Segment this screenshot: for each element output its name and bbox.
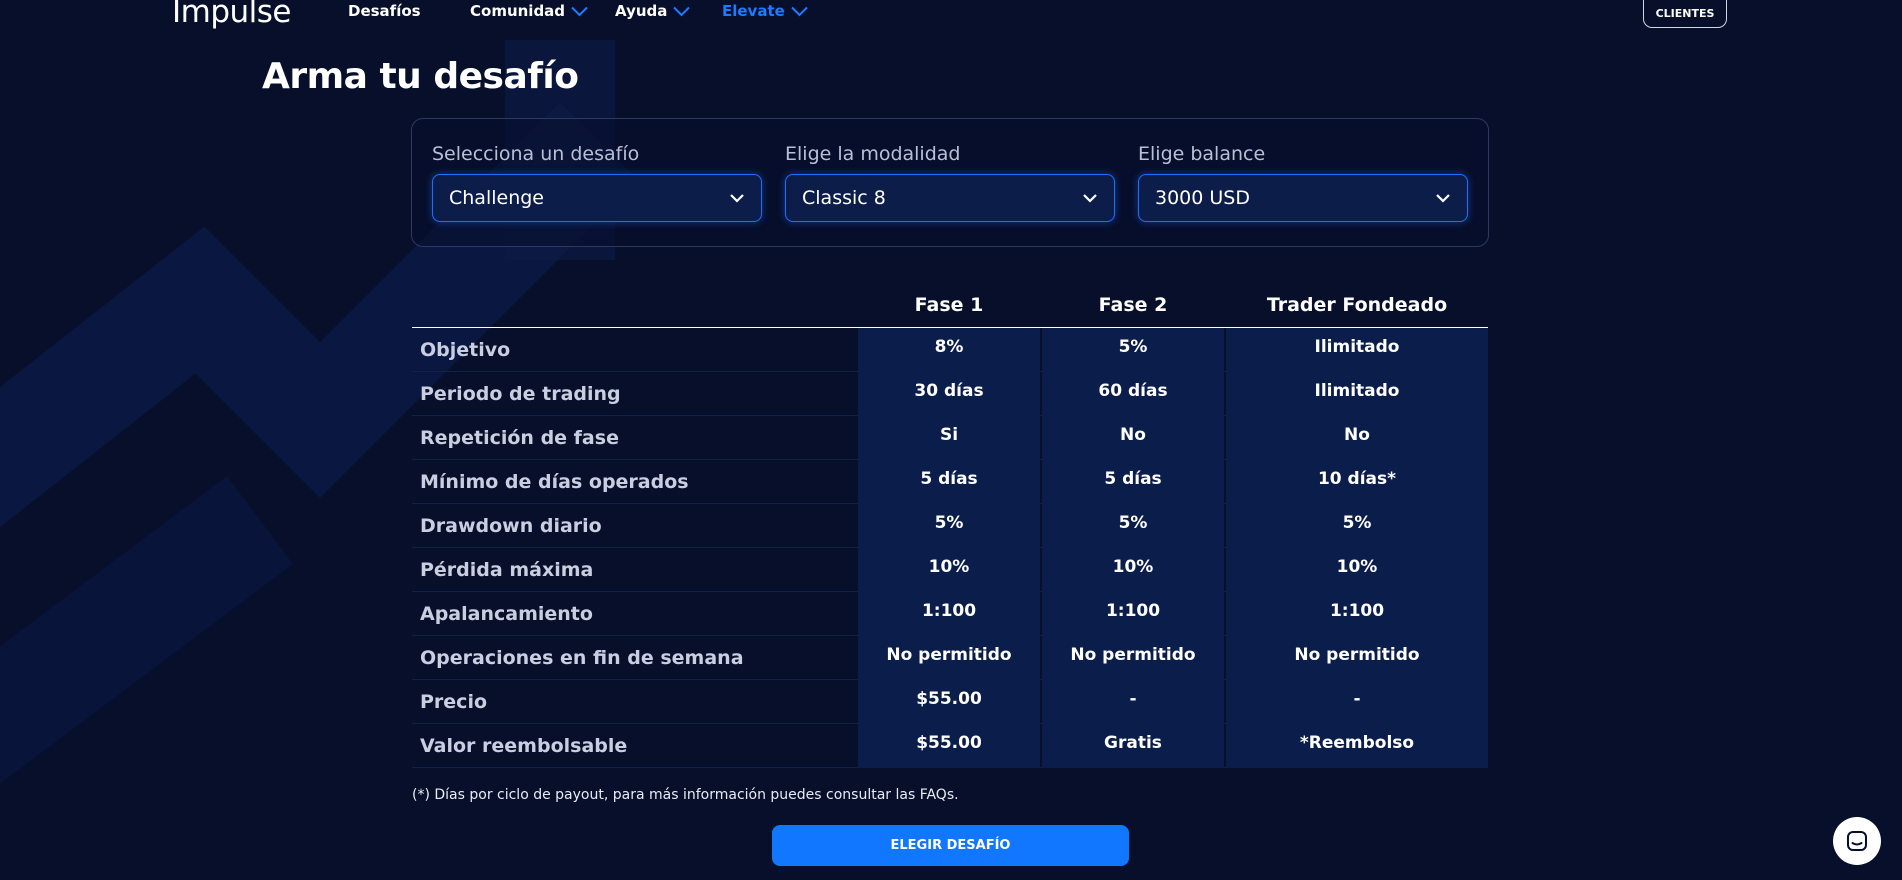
table-row: Valor reembolsable $55.00 Gratis *Reembolso (412, 724, 1488, 768)
table-cell: 5% (1042, 504, 1224, 548)
table-cell: 1:100 (1042, 592, 1224, 636)
row-label: Mínimo de días operados (420, 471, 689, 493)
balance-select[interactable]: 3000 USD (1138, 174, 1468, 222)
table-row: Drawdown diario 5% 5% 5% (412, 504, 1488, 548)
table-cell: - (1226, 680, 1488, 724)
nav-item-label: Ayuda (615, 2, 668, 20)
table-row: Objetivo 8% 5% Ilimitado (412, 328, 1488, 372)
row-label: Drawdown diario (420, 515, 602, 537)
table-cell: 60 días (1042, 372, 1224, 416)
table-cell: $55.00 (858, 724, 1040, 768)
table-cell: 5% (1226, 504, 1488, 548)
table-cell: 30 días (858, 372, 1040, 416)
nav-item-comunidad[interactable]: Comunidad (470, 2, 588, 20)
balance-field-label: Elige balance (1138, 143, 1266, 165)
nav-item-label: Comunidad (470, 2, 566, 20)
nav-item-label: Desafíos (348, 2, 421, 20)
challenge-comparison-table: Fase 1 Fase 2 Trader Fondeado Objetivo 8%… (412, 288, 1488, 768)
modality-field-label: Elige la modalidad (785, 143, 961, 165)
challenge-selector-panel: Selecciona un desafío Challenge Elige la… (411, 118, 1489, 247)
table-cell: *Reembolso (1226, 724, 1488, 768)
table-cell: 5 días (858, 460, 1040, 504)
table-row: Periodo de trading 30 días 60 días Ilimitad… (412, 372, 1488, 416)
clients-button[interactable]: CLIENTES (1643, 0, 1727, 28)
chevron-down-icon (1083, 194, 1097, 203)
table-cell: 8% (858, 328, 1040, 372)
table-cell: 5% (1042, 328, 1224, 372)
challenge-select[interactable]: Challenge (432, 174, 762, 222)
row-label: Periodo de trading (420, 383, 621, 405)
row-label: Objetivo (420, 339, 511, 361)
table-cell: No (1226, 416, 1488, 460)
chevron-down-icon (730, 194, 744, 203)
column-header-trader-fondeado: Trader Fondeado (1266, 294, 1448, 316)
column-header-fase-2: Fase 2 (1098, 294, 1168, 316)
challenge-field-label: Selecciona un desafío (432, 143, 640, 165)
table-cell: No permitido (858, 636, 1040, 680)
chat-launcher-button[interactable] (1833, 817, 1881, 865)
choose-challenge-button[interactable]: ELEGIR DESAFÍO (772, 825, 1129, 866)
nav-item-label: Elevate (722, 2, 785, 20)
nav-item-ayuda[interactable]: Ayuda (615, 2, 691, 20)
table-body: Objetivo 8% 5% Ilimitado Periodo de trading 3… (412, 328, 1488, 768)
row-label: Repetición de fase (420, 427, 619, 449)
table-row: Pérdida máxima 10% 10% 10% (412, 548, 1488, 592)
table-cell: 10% (1042, 548, 1224, 592)
table-cell: 5 días (1042, 460, 1224, 504)
modality-field: Elige la modalidad Classic 8 (785, 143, 1115, 222)
table-row: Operaciones en fin de semana No permitido… (412, 636, 1488, 680)
impulse-logo[interactable]: Impulse (172, 0, 292, 30)
balance-select-value: 3000 USD (1155, 187, 1250, 209)
nav-item-desafios[interactable]: Desafíos (348, 2, 421, 20)
chevron-down-icon (571, 6, 588, 16)
table-cell: Ilimitado (1226, 328, 1488, 372)
page-title: Arma tu desafío (262, 56, 579, 97)
row-label: Valor reembolsable (420, 735, 628, 757)
challenge-select-value: Challenge (449, 187, 544, 209)
chat-icon (1847, 831, 1867, 851)
table-row: Mínimo de días operados 5 días 5 días 10 dí… (412, 460, 1488, 504)
table-cell: Ilimitado (1226, 372, 1488, 416)
table-cell: 1:100 (858, 592, 1040, 636)
modality-select-value: Classic 8 (802, 187, 886, 209)
nav-item-elevate[interactable]: Elevate (722, 2, 808, 20)
top-navigation: Impulse Desafíos Comunidad Ayuda Elevate… (0, 0, 1902, 40)
table-cell: No (1042, 416, 1224, 460)
table-cell: 10 días* (1226, 460, 1488, 504)
table-cell: 5% (858, 504, 1040, 548)
challenge-field: Selecciona un desafío Challenge (432, 143, 762, 222)
table-cell: No permitido (1042, 636, 1224, 680)
row-label: Apalancamiento (420, 603, 593, 625)
row-label: Operaciones en fin de semana (420, 647, 744, 669)
column-header-fase-1: Fase 1 (914, 294, 984, 316)
table-header: Fase 1 Fase 2 Trader Fondeado (412, 288, 1488, 328)
chevron-down-icon (1436, 194, 1450, 203)
table-cell: $55.00 (858, 680, 1040, 724)
chevron-down-icon (673, 6, 691, 16)
chevron-down-icon (791, 6, 808, 16)
row-label: Pérdida máxima (420, 559, 594, 581)
table-row: Precio $55.00- - (412, 680, 1488, 724)
modality-select[interactable]: Classic 8 (785, 174, 1115, 222)
table-cell: - (1042, 680, 1224, 724)
row-label: Precio (420, 691, 488, 713)
table-cell: Si (858, 416, 1040, 460)
balance-field: Elige balance 3000 USD (1138, 143, 1468, 222)
table-cell: 10% (858, 548, 1040, 592)
table-cell: 1:100 (1226, 592, 1488, 636)
table-row: Repetición de fase Si No No (412, 416, 1488, 460)
payout-footnote: (*) Días por ciclo de payout, para más i… (412, 787, 959, 803)
table-cell: No permitido (1226, 636, 1488, 680)
table-cell: Gratis (1042, 724, 1224, 768)
table-row: Apalancamiento 1:100 1:100 1:100 (412, 592, 1488, 636)
table-cell: 10% (1226, 548, 1488, 592)
